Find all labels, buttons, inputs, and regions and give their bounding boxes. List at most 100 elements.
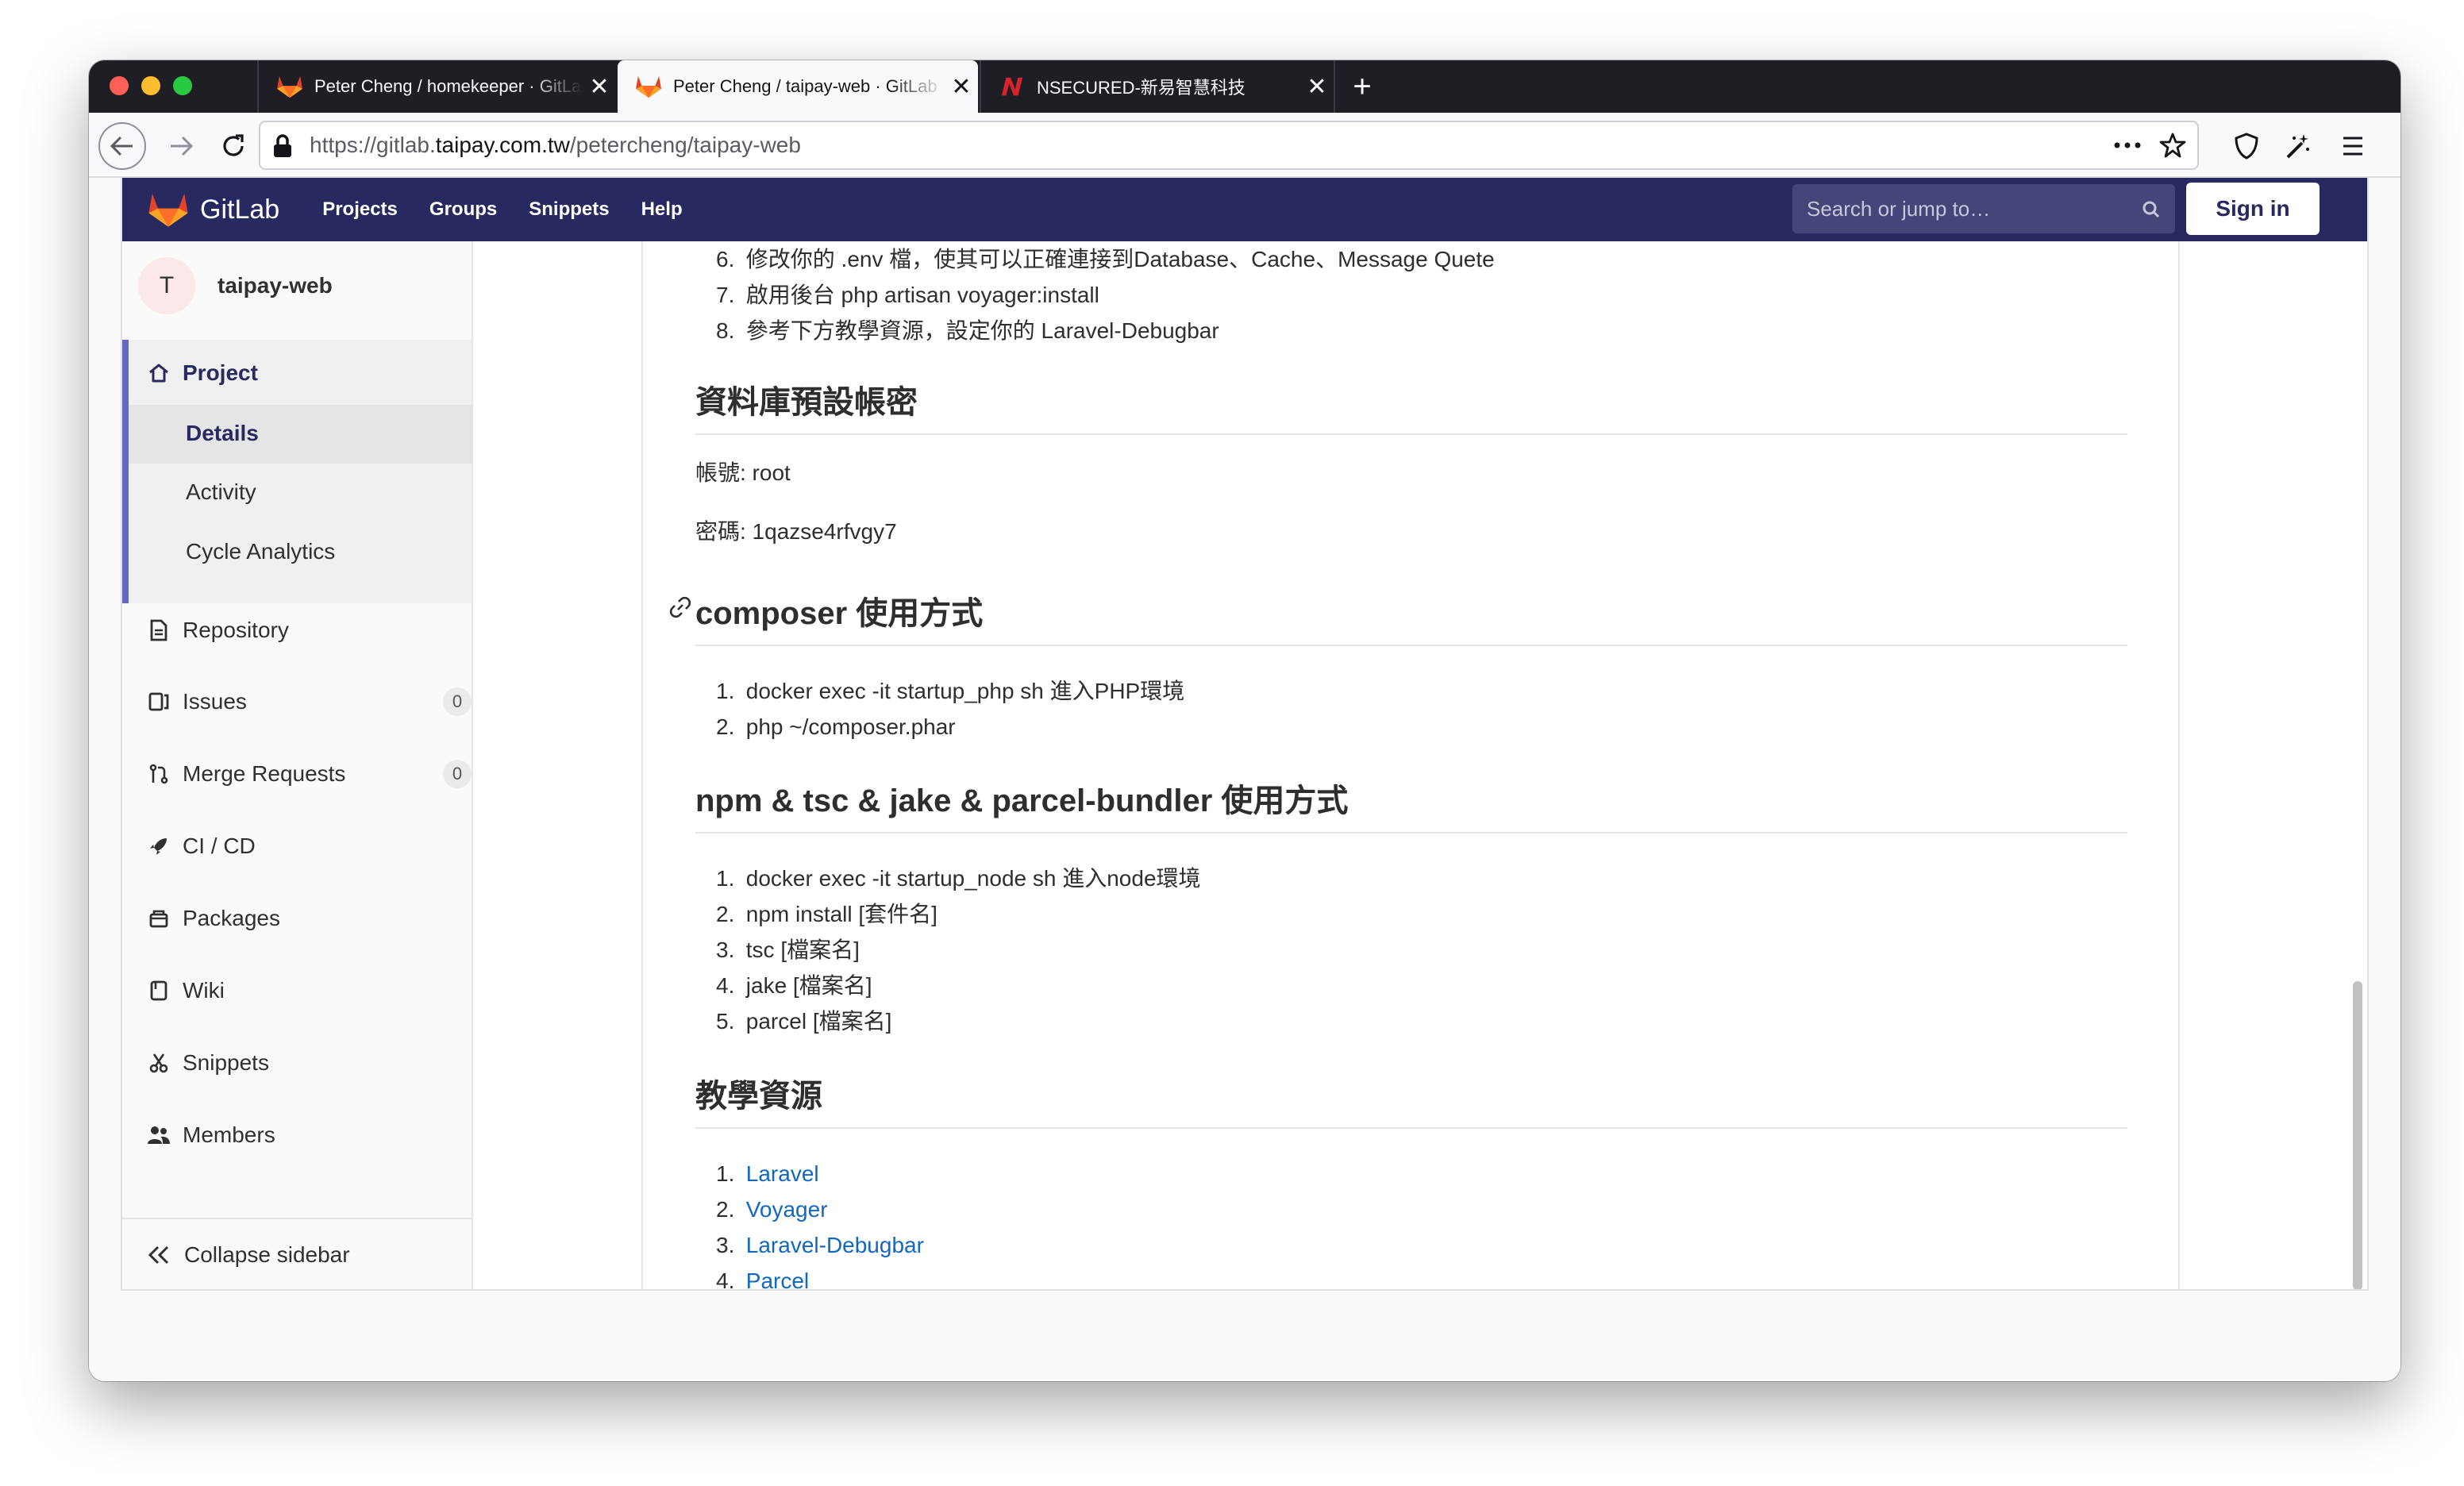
list-text: docker exec -it startup_php sh 進入PHP環境 <box>745 679 1185 703</box>
web-page: GitLab Projects Groups Snippets Help Sea… <box>121 178 2369 1291</box>
composer-steps-list: 1. docker exec -it startup_php sh 進入PHP環… <box>695 673 2127 745</box>
minimize-window-button[interactable] <box>141 76 160 95</box>
sidebar-item-issues[interactable]: Issues 0 <box>146 687 472 716</box>
navigation-bar: https://gitlab.taipay.com.tw/petercheng/… <box>89 113 2400 178</box>
setup-steps-list: 6. 修改你的 .env 檔，使其可以正確連接到Database、Cache、M… <box>695 241 2127 348</box>
sidebar-subitem-details[interactable]: Details <box>186 421 259 446</box>
bookmark-star-icon[interactable] <box>2159 132 2186 159</box>
url-prefix: https://gitlab. <box>310 133 436 157</box>
close-window-button[interactable] <box>110 76 129 95</box>
sidebar-item-merge-requests[interactable]: Merge Requests 0 <box>146 760 472 788</box>
reload-icon <box>223 134 244 156</box>
nav-projects[interactable]: Projects <box>322 198 398 221</box>
tab-homekeeper[interactable]: Peter Cheng / homekeeper · GitLab ✕ <box>257 60 616 113</box>
merge-requests-count-badge: 0 <box>443 760 472 788</box>
nsecured-favicon-icon <box>1001 77 1023 96</box>
forward-button[interactable] <box>157 122 205 170</box>
tab-close-icon[interactable]: ✕ <box>1300 73 1334 101</box>
sign-in-button[interactable]: Sign in <box>2186 183 2320 235</box>
link-laravel[interactable]: Laravel <box>746 1161 819 1186</box>
arrow-left-icon <box>110 136 133 156</box>
npm-heading: npm & tsc & jake & parcel-bundler 使用方式 <box>695 775 2127 833</box>
new-tab-button[interactable]: + <box>1334 60 1389 113</box>
app-menu-button[interactable] <box>2329 122 2377 170</box>
sidebar-item-label: CI / CD <box>183 833 256 858</box>
list-item: 5. parcel [檔案名] <box>695 1003 2127 1039</box>
tab-title: Peter Cheng / taipay-web · GitLab <box>673 76 937 96</box>
list-text: docker exec -it startup_node sh 進入node環境 <box>745 866 1201 891</box>
collapse-sidebar-button[interactable]: Collapse sidebar <box>122 1218 472 1289</box>
url-path: /petercheng/taipay-web <box>569 133 801 157</box>
gitlab-tanuki-icon <box>148 193 188 227</box>
search-input[interactable]: Search or jump to… <box>1792 184 2175 233</box>
gitlab-header: GitLab Projects Groups Snippets Help Sea… <box>122 178 2367 241</box>
list-item: 1. docker exec -it startup_php sh 進入PHP環… <box>695 673 2127 709</box>
npm-steps-list: 1. docker exec -it startup_node sh 進入nod… <box>695 860 2127 1039</box>
sidebar-item-project[interactable]: Project <box>146 360 258 386</box>
project-header[interactable]: T taipay-web <box>138 257 333 314</box>
sidebar-item-label: Wiki <box>183 978 225 1003</box>
page-scrollbar[interactable] <box>2353 981 2362 1289</box>
list-item: 1. Laravel <box>695 1156 2127 1191</box>
search-placeholder: Search or jump to… <box>1807 197 1991 221</box>
shield-icon <box>2235 133 2258 160</box>
sidebar-item-ci-cd[interactable]: CI / CD <box>146 833 256 859</box>
more-actions-icon[interactable] <box>2113 141 2142 149</box>
url-actions <box>2113 122 2186 168</box>
sidebar-item-snippets[interactable]: Snippets <box>146 1050 269 1076</box>
list-number: 1. <box>716 679 735 703</box>
package-icon <box>146 906 171 931</box>
link-laravel-debugbar[interactable]: Laravel-Debugbar <box>746 1233 924 1257</box>
sidebar-item-repository[interactable]: Repository <box>146 618 289 643</box>
nav-snippets[interactable]: Snippets <box>529 198 609 221</box>
merge-request-icon <box>146 761 171 787</box>
composer-heading: composer 使用方式 <box>669 587 2127 646</box>
sidebar-item-label: Snippets <box>183 1050 269 1075</box>
sidebar-subitem-activity[interactable]: Activity <box>186 479 256 505</box>
list-text: tsc [檔案名] <box>745 937 860 962</box>
list-number: 7. <box>716 283 735 307</box>
list-number: 3. <box>716 937 735 962</box>
reload-button[interactable] <box>210 122 257 170</box>
sidebar-subitem-cycle-analytics[interactable]: Cycle Analytics <box>186 539 335 564</box>
tab-nsecured[interactable]: NSECURED-新易智慧科技 ✕ <box>980 60 1334 113</box>
scissors-icon <box>146 1050 171 1076</box>
document-icon <box>146 618 171 643</box>
extensions-button[interactable] <box>2273 122 2321 170</box>
zoom-window-button[interactable] <box>173 76 192 95</box>
sidebar-item-wiki[interactable]: Wiki <box>146 978 225 1003</box>
list-text: 參考下方教學資源，設定你的 Laravel-Debugbar <box>745 318 1219 343</box>
list-number: 6. <box>716 247 735 271</box>
back-button[interactable] <box>98 122 146 170</box>
address-bar[interactable]: https://gitlab.taipay.com.tw/petercheng/… <box>259 121 2199 170</box>
url-text[interactable]: https://gitlab.taipay.com.tw/petercheng/… <box>310 122 801 168</box>
link-voyager[interactable]: Voyager <box>746 1197 828 1222</box>
nav-help[interactable]: Help <box>641 198 683 221</box>
list-text: 啟用後台 php artisan voyager:install <box>745 283 1099 307</box>
resources-list: 1. Laravel 2. Voyager 3. Laravel-Debugba… <box>695 1156 2127 1289</box>
list-item: 4. jake [檔案名] <box>695 968 2127 1003</box>
gitlab-logo[interactable]: GitLab <box>148 191 279 229</box>
list-number: 3. <box>716 1233 735 1257</box>
sidebar-item-packages[interactable]: Packages <box>146 906 280 931</box>
list-text: jake [檔案名] <box>745 973 872 998</box>
link-icon[interactable] <box>668 595 692 619</box>
sidebar-item-members[interactable]: Members <box>146 1122 275 1148</box>
sidebar-item-label: Packages <box>183 906 280 930</box>
gitlab-logo-text: GitLab <box>200 194 280 225</box>
tab-close-icon[interactable]: ✕ <box>945 73 978 101</box>
magic-wand-icon <box>2286 134 2309 159</box>
gitlab-top-nav: Projects Groups Snippets Help <box>322 198 682 221</box>
list-number: 2. <box>716 902 735 926</box>
tracking-protection-button[interactable] <box>2223 122 2270 170</box>
tab-close-icon[interactable]: ✕ <box>583 73 616 101</box>
url-host: taipay.com.tw <box>435 133 570 157</box>
list-text: php ~/composer.phar <box>745 714 956 739</box>
list-number: 2. <box>716 1197 735 1222</box>
tab-taipay-web[interactable]: Peter Cheng / taipay-web · GitLab ✕ <box>618 60 978 113</box>
list-item: 2. php ~/composer.phar <box>695 709 2127 745</box>
sidebar-item-label: Repository <box>183 618 289 642</box>
nav-groups[interactable]: Groups <box>429 198 497 221</box>
users-icon <box>146 1122 171 1148</box>
link-parcel[interactable]: Parcel <box>746 1268 809 1289</box>
